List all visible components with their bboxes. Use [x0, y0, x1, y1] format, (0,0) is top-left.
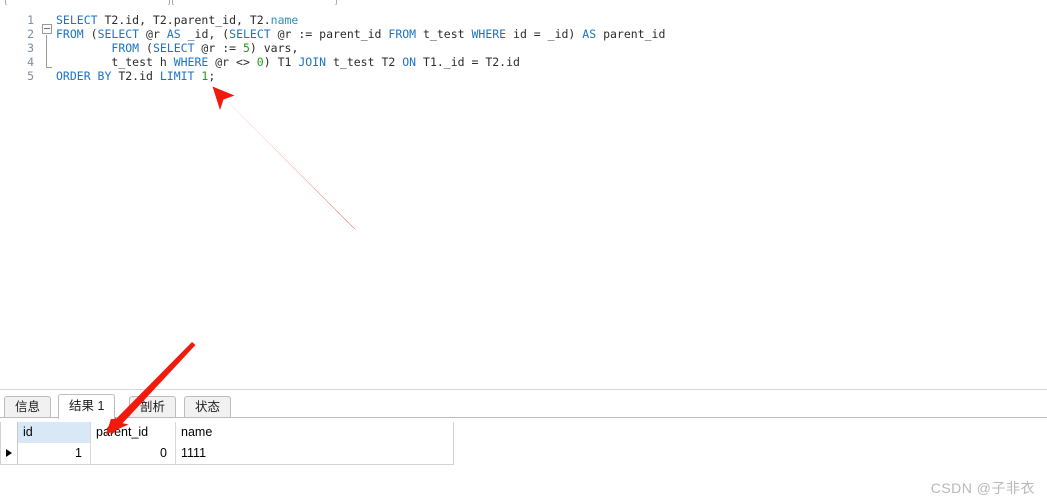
code-token: ;: [208, 69, 216, 83]
code-token: T2.id, T2.parent_id, T2.: [97, 13, 271, 27]
column-header-id[interactable]: id: [18, 422, 91, 443]
code-token: ) T1: [263, 55, 299, 69]
code-token: @r <>: [208, 55, 257, 69]
code-token: SELECT: [152, 41, 195, 55]
code-line-5: ORDER BY T2.id LIMIT 1;: [56, 69, 215, 83]
code-token: @r: [139, 27, 167, 41]
code-token: (: [139, 41, 153, 55]
code-token: SELECT: [97, 27, 140, 41]
code-token: FROM: [388, 27, 417, 41]
code-token: T1._id = T2.id: [416, 55, 520, 69]
table-row[interactable]: 1 0 1111: [1, 443, 453, 464]
code-token: id = _id): [506, 27, 583, 41]
code-token: 5: [242, 41, 250, 55]
fold-range-foot: [46, 67, 52, 68]
code-token: LIMIT: [159, 69, 195, 83]
code-token: @r :=: [194, 41, 243, 55]
code-token: t_test: [416, 27, 472, 41]
line-number: 3: [27, 41, 34, 55]
code-line-3: FROM (SELECT @r := 5) vars,: [56, 41, 298, 55]
tab-status[interactable]: 状态: [184, 396, 232, 418]
code-token: T2.id: [111, 69, 160, 83]
code-token: FROM: [56, 27, 84, 41]
code-folding-column[interactable]: [40, 5, 56, 389]
code-token: (: [83, 27, 98, 41]
code-token: JOIN: [298, 55, 327, 69]
result-panel: 信息 结果 1 剖析 状态 id parent_id name 1 0 1111: [0, 390, 1047, 504]
column-header-parent-id[interactable]: parent_id: [91, 422, 176, 443]
tab-info[interactable]: 信息: [4, 396, 52, 418]
code-token: t_test h: [56, 55, 174, 69]
column-header-name[interactable]: name: [176, 422, 453, 443]
result-grid-header-row: id parent_id name: [1, 422, 453, 443]
watermark-text: CSDN @子非衣: [930, 480, 1035, 496]
code-line-4: t_test h WHERE @r <> 0) T1 JOIN t_test T…: [56, 55, 520, 69]
result-tabstrip: 信息 结果 1 剖析 状态: [0, 394, 1047, 419]
code-token: SELECT: [56, 13, 98, 27]
code-token: name: [270, 13, 299, 27]
line-number: 1: [27, 13, 34, 27]
code-token: AS: [166, 27, 181, 41]
code-token: t_test T2: [326, 55, 403, 69]
code-token: SELECT: [229, 27, 271, 41]
line-number: 4: [27, 55, 34, 69]
code-token: ORDER BY: [56, 69, 112, 83]
code-token: parent_id: [596, 27, 666, 41]
code-token: _id, (: [180, 27, 230, 41]
cell-id[interactable]: 1: [18, 443, 91, 464]
line-number: 2: [27, 27, 34, 41]
cell-parent-id[interactable]: 0: [91, 443, 176, 464]
code-line-2: FROM (SELECT @r AS _id, (SELECT @r := pa…: [56, 27, 665, 41]
result-grid[interactable]: id parent_id name 1 0 1111: [0, 422, 454, 465]
line-number-gutter: 1 2 3 4 5: [0, 5, 40, 389]
code-token: FROM: [111, 41, 140, 55]
code-line-1: SELECT T2.id, T2.parent_id, T2.name: [56, 13, 298, 27]
cell-name[interactable]: 1111: [176, 443, 453, 464]
code-token: WHERE: [471, 27, 507, 41]
code-token: AS: [582, 27, 597, 41]
collapse-minus-icon[interactable]: [42, 24, 52, 34]
code-token: 0: [256, 55, 264, 69]
current-row-indicator[interactable]: [1, 443, 18, 464]
code-token: @r := parent_id: [270, 27, 389, 41]
code-text-area[interactable]: SELECT T2.id, T2.parent_id, T2.name FROM…: [56, 5, 1047, 389]
line-number: 5: [27, 69, 34, 83]
fold-range-line: [46, 35, 47, 68]
tab-profile[interactable]: 剖析: [129, 396, 177, 418]
code-token: ) vars,: [249, 41, 299, 55]
code-token: ON: [402, 55, 417, 69]
tab-result[interactable]: 结果 1: [58, 394, 116, 419]
code-token: WHERE: [173, 55, 209, 69]
sql-editor[interactable]: 1 2 3 4 5 SELECT T2.id, T2.parent_id, T2…: [0, 5, 1047, 389]
row-header-corner: [1, 422, 18, 443]
play-triangle-icon: [6, 449, 12, 457]
